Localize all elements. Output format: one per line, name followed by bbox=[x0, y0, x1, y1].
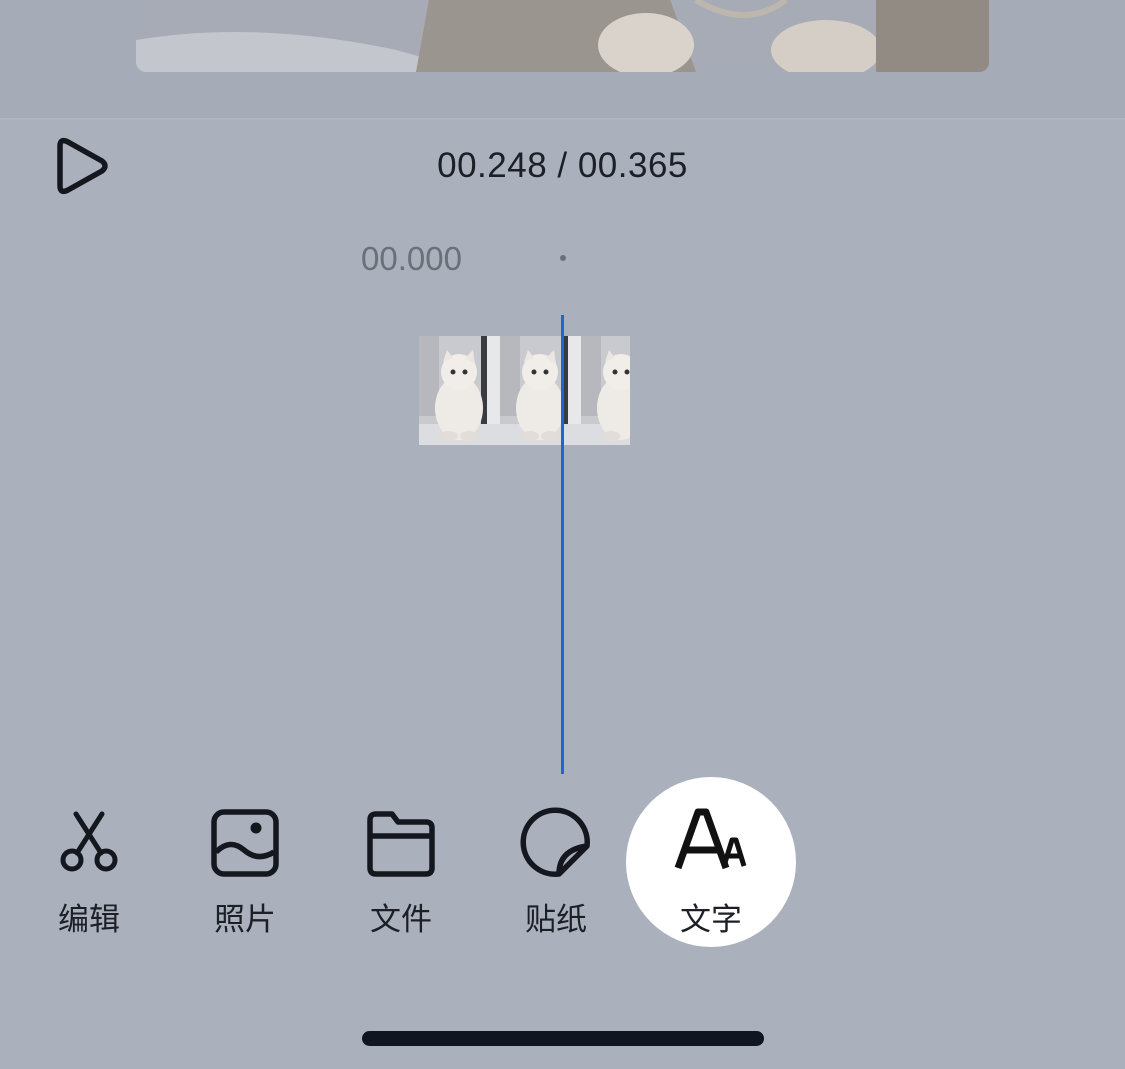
text-icon bbox=[674, 808, 747, 870]
timeline-start-label: 00.000 bbox=[361, 240, 462, 277]
text-label: 文字 bbox=[680, 902, 742, 938]
bottom-toolbar: 编辑 照片 文件 贴纸 文字 bbox=[0, 777, 1125, 948]
sticker-button[interactable]: 贴纸 bbox=[491, 778, 621, 948]
video-preview-frame[interactable] bbox=[136, 0, 989, 72]
clip-thumbnail bbox=[500, 336, 581, 445]
edit-button[interactable]: 编辑 bbox=[24, 778, 154, 948]
panel-divider bbox=[0, 118, 1125, 120]
scissors-icon bbox=[60, 811, 118, 872]
file-label: 文件 bbox=[370, 902, 432, 938]
clip-thumbnail bbox=[581, 336, 630, 445]
edit-label: 编辑 bbox=[58, 902, 120, 938]
home-indicator[interactable] bbox=[362, 1031, 764, 1046]
image-icon bbox=[211, 809, 279, 877]
sticker-icon bbox=[520, 807, 590, 877]
timeline-tick bbox=[560, 255, 566, 261]
playhead[interactable] bbox=[561, 315, 564, 774]
video-preview-area bbox=[0, 0, 1125, 119]
sticker-label: 贴纸 bbox=[525, 902, 587, 938]
video-clip-filmstrip[interactable] bbox=[419, 336, 630, 445]
photo-button[interactable]: 照片 bbox=[180, 778, 310, 948]
text-button[interactable]: 文字 bbox=[626, 777, 796, 948]
file-button[interactable]: 文件 bbox=[336, 778, 466, 948]
time-readout: 00.248 / 00.365 bbox=[437, 146, 688, 185]
clip-thumbnail bbox=[419, 336, 500, 445]
photo-label: 照片 bbox=[214, 902, 276, 938]
folder-icon bbox=[367, 811, 435, 877]
